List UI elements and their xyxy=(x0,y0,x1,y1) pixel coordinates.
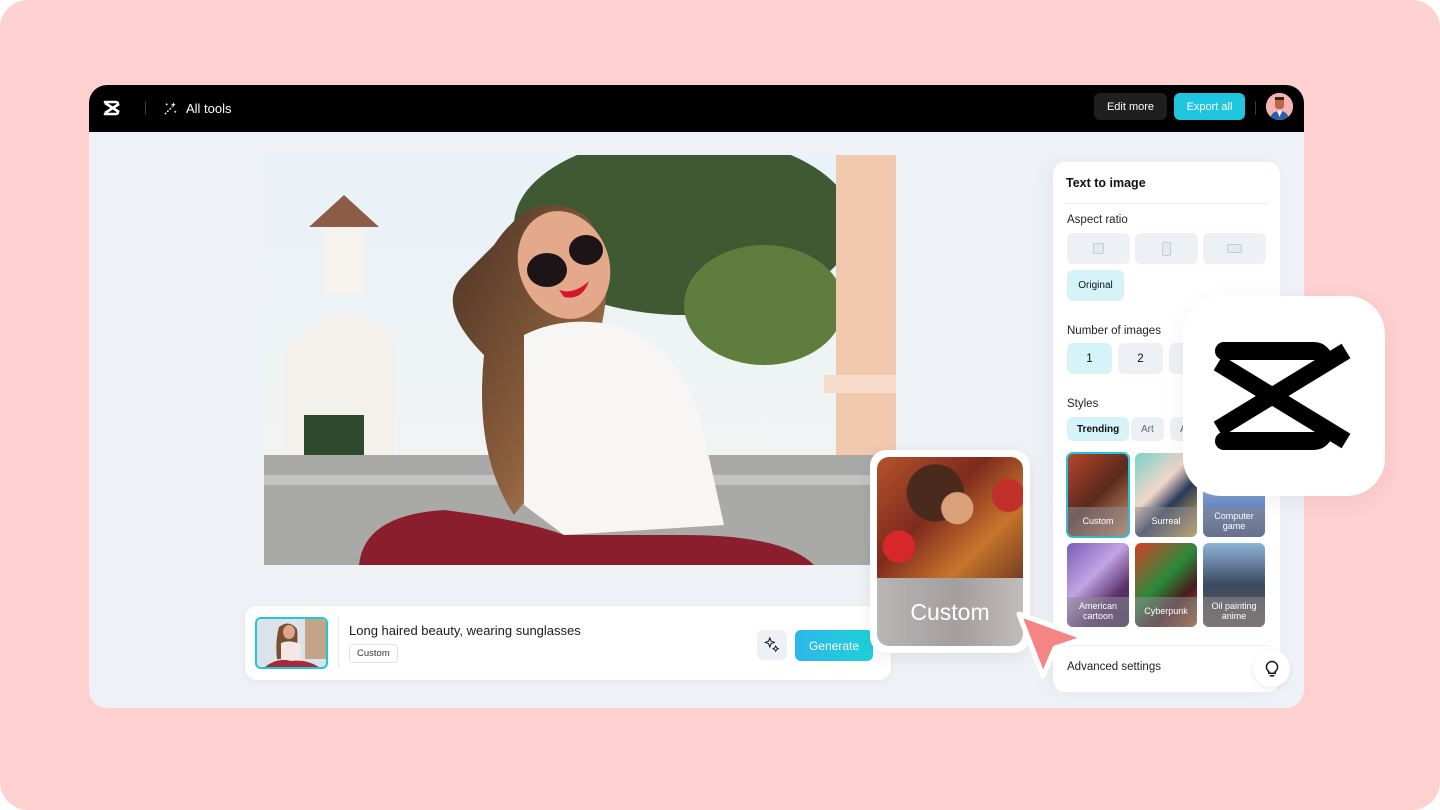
magic-wand-icon xyxy=(164,102,177,115)
number-of-images-label: Number of images xyxy=(1067,325,1161,337)
capcut-logo-icon xyxy=(1214,342,1351,450)
capcut-app-icon xyxy=(1183,296,1385,496)
style-card-label: Cyberpunk xyxy=(1135,597,1197,627)
prompt-bar: Long haired beauty, wearing sunglasses C… xyxy=(245,606,891,680)
style-card-oil-painting-anime[interactable]: Oil painting anime xyxy=(1203,543,1265,627)
sparkle-icon xyxy=(764,637,780,653)
square-ratio-icon xyxy=(1093,243,1104,254)
style-tag[interactable]: Custom xyxy=(349,644,398,663)
advanced-divider xyxy=(1064,645,1269,646)
custom-style-preview-inner: Custom xyxy=(877,457,1023,646)
all-tools-label: All tools xyxy=(186,101,232,116)
aspect-ratio-square[interactable] xyxy=(1067,233,1130,264)
style-card-cyberpunk[interactable]: Cyberpunk xyxy=(1135,543,1197,627)
topbar-divider-right xyxy=(1255,101,1256,115)
aspect-ratio-portrait[interactable] xyxy=(1135,233,1198,264)
enhance-prompt-button[interactable] xyxy=(757,630,787,660)
all-tools-button[interactable]: All tools xyxy=(163,85,232,132)
styles-label: Styles xyxy=(1067,398,1099,410)
aspect-ratio-original[interactable]: Original xyxy=(1067,270,1124,301)
cursor-arrow-icon xyxy=(1016,611,1088,679)
landscape-ratio-icon xyxy=(1227,244,1242,253)
thumbnail-image xyxy=(257,619,326,667)
avatar-icon xyxy=(1266,93,1293,120)
export-all-button[interactable]: Export all xyxy=(1174,93,1245,120)
topbar-divider xyxy=(145,101,146,115)
generated-photo xyxy=(264,155,896,565)
portrait-ratio-icon xyxy=(1162,241,1171,256)
user-avatar[interactable] xyxy=(1266,93,1293,120)
prompt-divider xyxy=(338,618,339,668)
custom-style-preview[interactable]: Custom xyxy=(870,450,1030,653)
panel-divider xyxy=(1064,203,1269,204)
generated-image[interactable] xyxy=(264,155,896,565)
number-option-1[interactable]: 1 xyxy=(1067,343,1112,374)
style-card-label: Computer game xyxy=(1203,507,1265,537)
hint-button[interactable] xyxy=(1253,650,1290,687)
style-tab-art[interactable]: Art xyxy=(1131,417,1164,441)
lightbulb-icon xyxy=(1265,660,1278,676)
custom-style-image xyxy=(877,457,1023,585)
style-card-custom[interactable]: Custom xyxy=(1066,452,1130,538)
aspect-ratio-landscape[interactable] xyxy=(1203,233,1266,264)
panel-title: Text to image xyxy=(1066,176,1146,190)
prompt-text[interactable]: Long haired beauty, wearing sunglasses xyxy=(349,623,581,638)
generate-button[interactable]: Generate xyxy=(795,630,873,661)
style-tab-trending[interactable]: Trending xyxy=(1067,417,1130,441)
custom-style-preview-label: Custom xyxy=(877,578,1023,646)
style-card-label: Surreal xyxy=(1135,507,1197,537)
number-option-2[interactable]: 2 xyxy=(1118,343,1163,374)
reference-thumbnail[interactable] xyxy=(255,617,328,669)
aspect-ratio-label: Aspect ratio xyxy=(1067,214,1128,226)
top-bar: All tools Edit more Export all xyxy=(89,85,1304,132)
edit-more-button[interactable]: Edit more xyxy=(1094,93,1167,120)
app-window: All tools Edit more Export all Long hair… xyxy=(89,85,1304,708)
style-card-label: Oil painting anime xyxy=(1203,597,1265,627)
style-card-label: Custom xyxy=(1067,507,1129,537)
capcut-logo-icon[interactable] xyxy=(102,98,122,118)
